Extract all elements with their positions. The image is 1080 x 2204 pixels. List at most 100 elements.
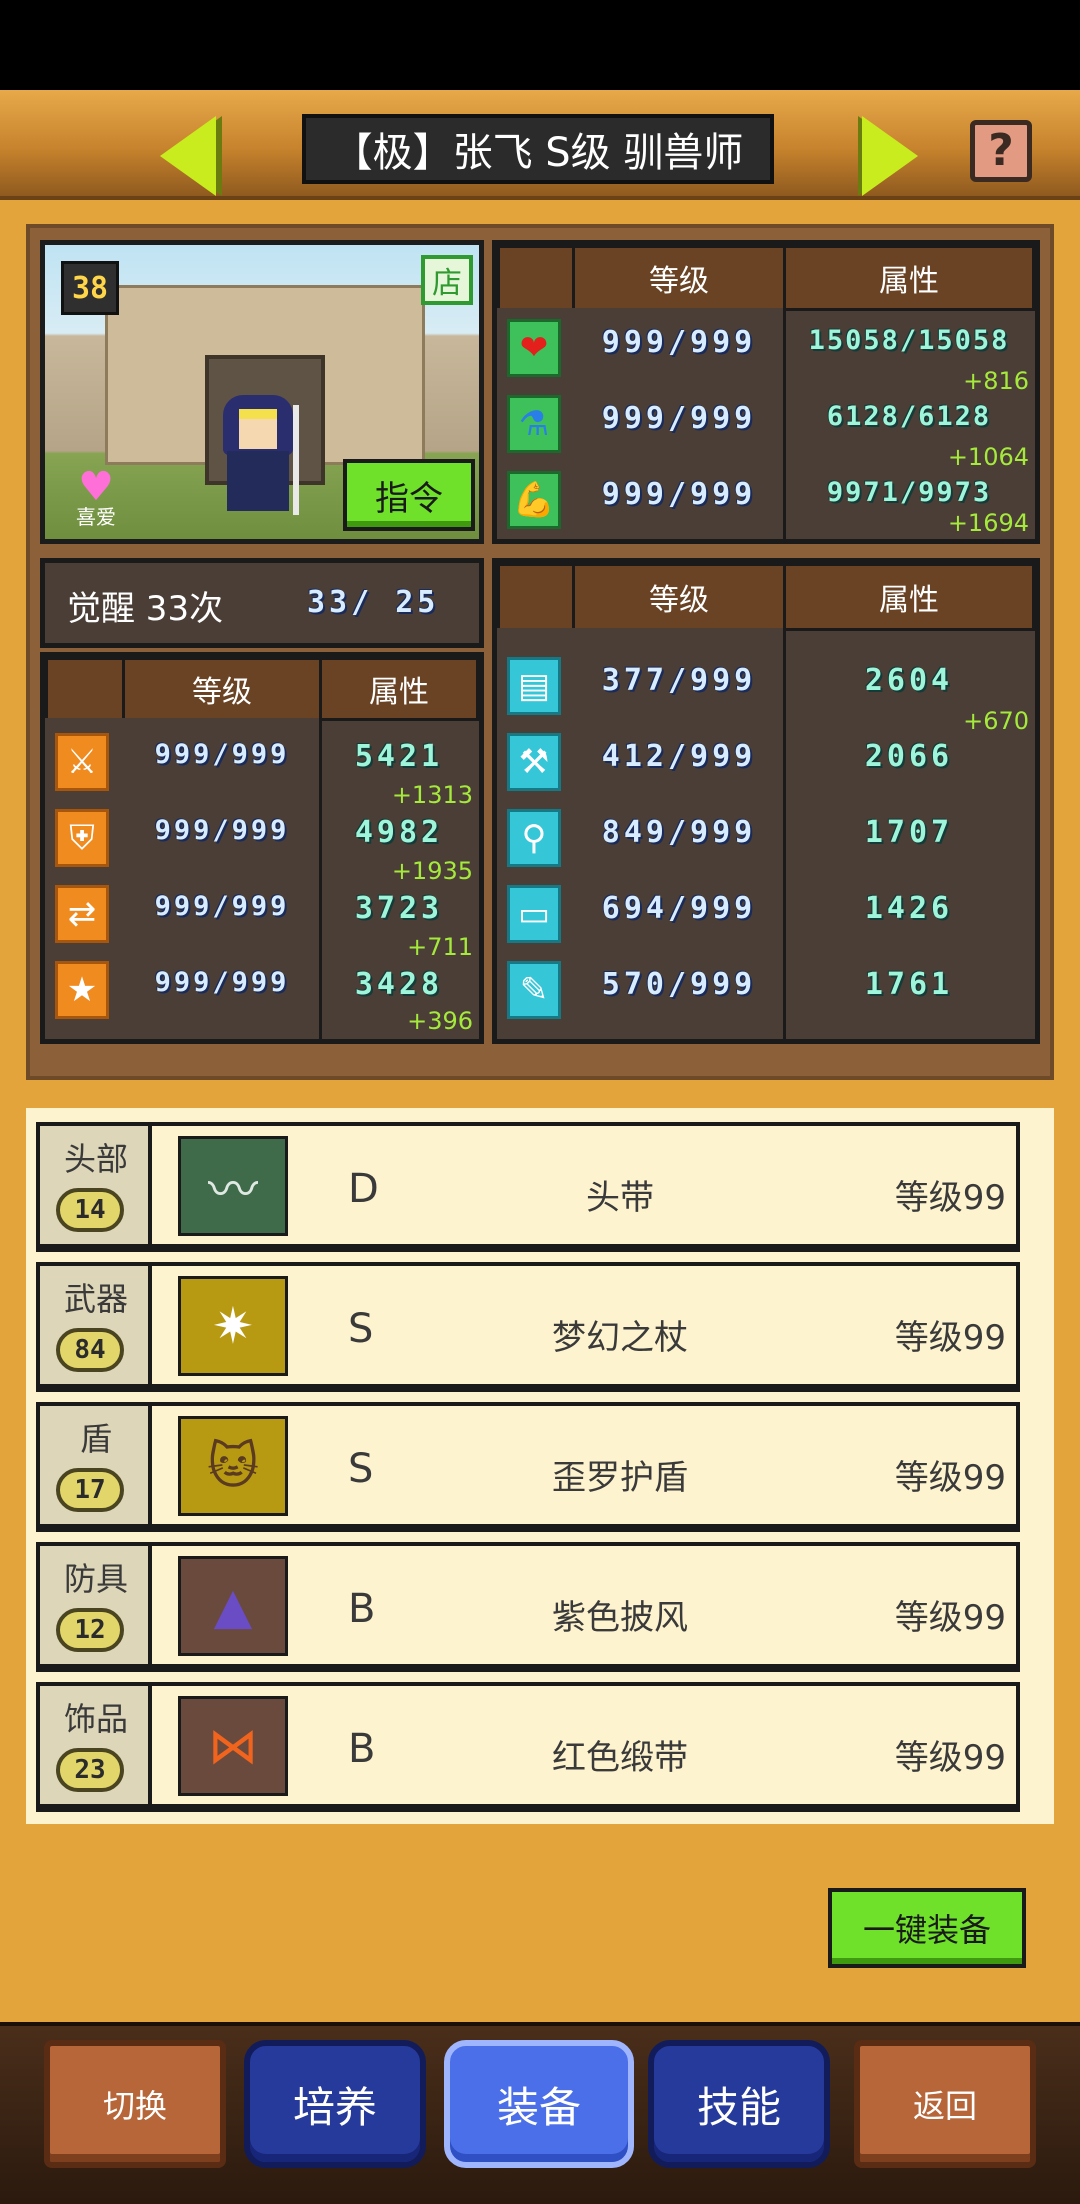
mana-potion-icon: ⚗	[507, 395, 561, 453]
item-rank: B	[348, 1586, 376, 1632]
awaken-label: 觉醒 33次	[67, 589, 224, 629]
chest-icon: ▭	[507, 885, 561, 943]
attack-level: 999/999	[154, 739, 290, 770]
sword-icon: ⚔	[55, 733, 109, 791]
help-button[interactable]: ?	[970, 120, 1032, 182]
shovel-icon: ⚲	[507, 809, 561, 867]
equipment-slot-shield[interactable]: 盾 17 🐱 S 歪罗护盾 等级99	[36, 1402, 1020, 1528]
luck-bonus: +396	[407, 1007, 473, 1035]
equipment-slot-accessory[interactable]: 饰品 23 ⋈ B 红色缎带 等级99	[36, 1682, 1020, 1808]
arrow-right-icon	[862, 116, 918, 196]
slot-label: 武器 84	[40, 1266, 152, 1384]
slot-level: 23	[56, 1748, 124, 1792]
slot-label: 头部 14	[40, 1126, 152, 1244]
character-sprite	[213, 395, 303, 515]
star-icon: ★	[55, 961, 109, 1019]
favorite-toggle[interactable]: ♥ 喜爱	[61, 467, 131, 527]
hp-value: 15058/15058	[808, 325, 1010, 356]
status-bar	[0, 0, 1080, 90]
slot-level: 17	[56, 1468, 124, 1512]
table-corner	[497, 245, 575, 311]
skill-stats-table: 等级 属性 ▤ 377/999 2604 +670 ⚒ 412/999 2066…	[492, 558, 1040, 1044]
speed-value: 3723	[354, 891, 444, 926]
attr-header: 属性	[783, 245, 1035, 311]
strength-icon: 💪	[507, 471, 561, 529]
luck-level: 999/999	[154, 967, 290, 998]
search-value: 1761	[864, 967, 954, 1002]
intelligence-level: 377/999	[601, 663, 757, 698]
combat-stats-table: 等级 属性 ⚔ 999/999 5421 +1313 ⛨ 999/999 498…	[40, 652, 484, 1044]
slot-name: 饰品	[63, 1700, 128, 1738]
back-button[interactable]: 返回	[854, 2040, 1036, 2168]
item-level: 等级99	[894, 1598, 1006, 1638]
switch-button[interactable]: 切换	[44, 2040, 226, 2168]
loot-value: 1426	[864, 891, 954, 926]
defense-value: 4982	[354, 815, 444, 850]
stamina-value: 9971/9973	[826, 477, 992, 508]
book-icon: ▤	[507, 657, 561, 715]
command-button[interactable]: 指令	[343, 459, 475, 531]
item-name: 头带	[586, 1178, 654, 1218]
hammer-icon: ⚒	[507, 733, 561, 791]
equipment-slot-armor[interactable]: 防具 12 ▲ B 紫色披风 等级99	[36, 1542, 1020, 1668]
character-level-badge: 38	[61, 261, 119, 315]
slot-name: 防具	[63, 1560, 128, 1598]
item-name: 红色缎带	[552, 1738, 688, 1778]
defense-bonus: +1935	[391, 857, 473, 885]
dig-level: 849/999	[601, 815, 757, 850]
craft-level: 412/999	[601, 739, 757, 774]
stamina-level: 999/999	[601, 477, 757, 512]
equipment-slot-weapon[interactable]: 武器 84 ✷ S 梦幻之杖 等级99	[36, 1262, 1020, 1388]
item-level: 等级99	[894, 1738, 1006, 1778]
table-corner	[497, 563, 575, 631]
attr-header: 属性	[783, 563, 1035, 631]
item-rank: B	[348, 1726, 376, 1772]
arrow-left-icon	[160, 116, 216, 196]
search-level: 570/999	[601, 967, 757, 1002]
slot-level: 12	[56, 1608, 124, 1652]
slot-level: 14	[56, 1188, 124, 1232]
level-header: 等级	[572, 563, 786, 631]
heart-icon: ❤	[507, 319, 561, 377]
item-rank: S	[348, 1306, 374, 1352]
slot-label: 盾 17	[40, 1406, 152, 1524]
next-character-button[interactable]	[862, 116, 930, 196]
character-title: 【极】张飞 S级 驯兽师	[302, 114, 774, 184]
slot-name: 盾	[79, 1420, 112, 1458]
level-header: 等级	[572, 245, 786, 311]
level-header: 等级	[122, 657, 322, 721]
stamina-bonus: +1694	[947, 509, 1029, 537]
speed-bonus: +711	[407, 933, 473, 961]
cat-shield-icon: 🐱	[178, 1416, 288, 1516]
hp-level: 999/999	[601, 325, 757, 360]
mp-value: 6128/6128	[826, 401, 992, 432]
mp-bonus: +1064	[947, 443, 1029, 471]
slot-name: 头部	[63, 1140, 128, 1178]
slot-label: 防具 12	[40, 1546, 152, 1664]
luck-value: 3428	[354, 967, 444, 1002]
shop-icon[interactable]: 店	[421, 255, 473, 305]
shield-icon: ⛨	[55, 809, 109, 867]
one-key-equip-button[interactable]: 一键装备	[828, 1888, 1026, 1968]
character-portrait: 38 店 ♥ 喜爱 指令	[40, 240, 484, 544]
equipment-slot-head[interactable]: 头部 14 〰 D 头带 等级99	[36, 1122, 1020, 1248]
flashlight-icon: ✎	[507, 961, 561, 1019]
favorite-label: 喜爱	[76, 505, 116, 529]
table-corner	[45, 657, 125, 721]
item-name: 紫色披风	[552, 1598, 688, 1638]
ribbon-icon: ⋈	[178, 1696, 288, 1796]
hp-bonus: +816	[963, 367, 1029, 395]
tab-skills[interactable]: 技能	[648, 2040, 830, 2168]
tab-equip[interactable]: 装备	[444, 2040, 634, 2168]
cloak-icon: ▲	[178, 1556, 288, 1656]
loot-level: 694/999	[601, 891, 757, 926]
attack-bonus: +1313	[391, 781, 473, 809]
speed-icon: ⇄	[55, 885, 109, 943]
item-level: 等级99	[894, 1178, 1006, 1218]
item-level: 等级99	[894, 1318, 1006, 1358]
defense-level: 999/999	[154, 815, 290, 846]
prev-character-button[interactable]	[160, 116, 228, 196]
tab-train[interactable]: 培养	[244, 2040, 426, 2168]
vital-stats-table: 等级 属性 ❤ 999/999 15058/15058 +816 ⚗ 999/9…	[492, 240, 1040, 544]
slot-level: 84	[56, 1328, 124, 1372]
